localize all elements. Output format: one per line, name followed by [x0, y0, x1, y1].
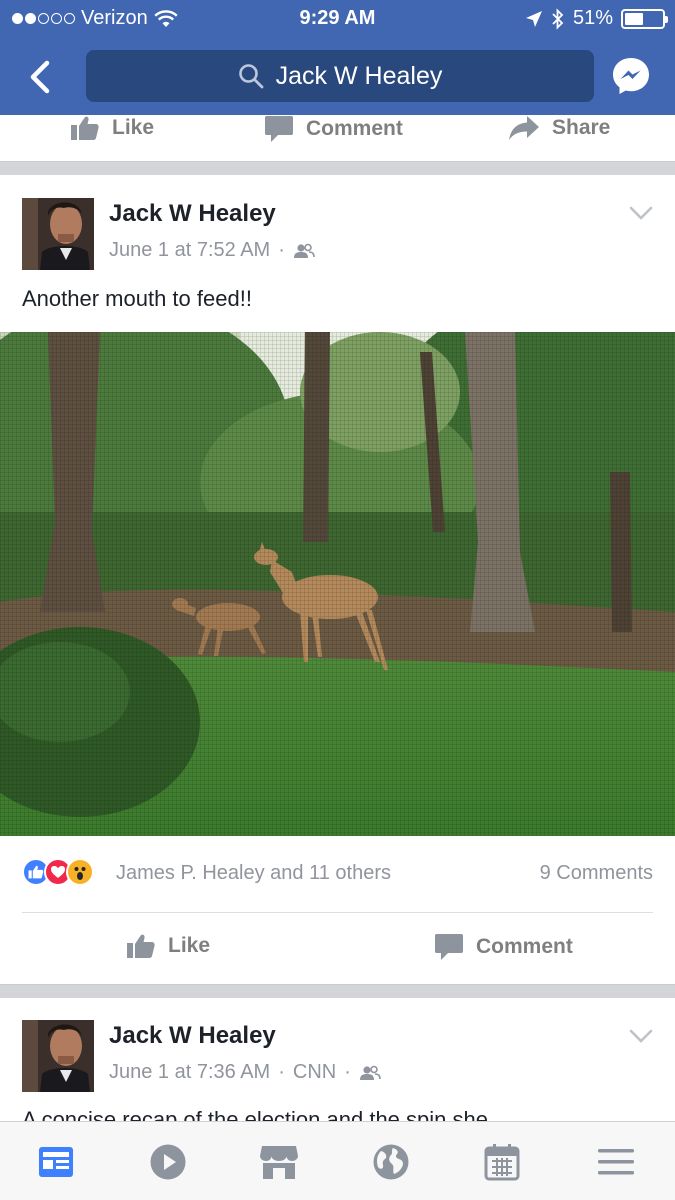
post-meta: June 1 at 7:52 AM ·	[109, 239, 315, 262]
battery-icon	[621, 8, 668, 29]
battery-percent: 51%	[572, 7, 613, 29]
meta-separator: ·	[278, 1061, 285, 1083]
meta-separator: ·	[344, 1061, 351, 1083]
status-bar: Verizon 9:29 AM 51%	[0, 0, 675, 38]
share-icon	[509, 116, 539, 140]
messenger-button[interactable]	[611, 56, 651, 96]
post-timestamp[interactable]: June 1 at 7:36 AM	[109, 1061, 270, 1084]
comment-icon	[265, 116, 293, 142]
post-timestamp[interactable]: June 1 at 7:52 AM	[109, 239, 270, 262]
feed-divider	[0, 984, 675, 998]
location-arrow-icon	[525, 10, 542, 27]
post-text: Another mouth to feed!!	[22, 286, 252, 311]
tab-news-feed[interactable]	[36, 1142, 76, 1182]
post-author-name[interactable]: Jack W Healey	[109, 200, 276, 228]
post-text: A concise recap of the election and the …	[22, 1107, 488, 1121]
comment-button[interactable]: Comment	[434, 933, 573, 961]
tab-notifications-globe[interactable]	[371, 1142, 411, 1182]
feed-divider	[0, 161, 675, 175]
post-meta: June 1 at 7:36 AM · CNN ·	[109, 1061, 381, 1084]
tab-video[interactable]	[148, 1142, 188, 1182]
marketplace-icon	[260, 1146, 298, 1179]
avatar-photo	[22, 198, 94, 270]
post-source[interactable]: CNN	[293, 1061, 336, 1084]
menu-icon	[598, 1149, 634, 1175]
tab-marketplace[interactable]	[259, 1142, 299, 1182]
friends-icon	[293, 243, 315, 258]
comments-count[interactable]: 9 Comments	[540, 862, 653, 885]
search-icon	[238, 64, 264, 89]
post-action-divider	[22, 912, 653, 913]
messenger-icon	[613, 58, 649, 94]
comment-label: Comment	[476, 935, 573, 958]
search-query-text: Jack W Healey	[275, 61, 443, 90]
comment-icon	[435, 934, 463, 960]
reactors-summary[interactable]: James P. Healey and 11 others	[116, 862, 391, 885]
video-icon	[150, 1144, 186, 1180]
post-options-button[interactable]	[629, 1029, 653, 1048]
thumbs-up-icon	[71, 116, 99, 140]
previous-like-button[interactable]: Like	[70, 115, 154, 141]
news-feed-icon	[39, 1147, 73, 1177]
wow-reaction-icon	[66, 858, 94, 886]
status-right: 51%	[525, 7, 668, 30]
previous-comment-button[interactable]: Comment	[264, 115, 403, 143]
post-photo[interactable]	[0, 332, 675, 836]
tab-menu[interactable]	[596, 1142, 636, 1182]
bottom-tab-bar	[0, 1121, 675, 1200]
previous-like-label: Like	[112, 116, 155, 139]
chevron-left-icon	[30, 60, 50, 94]
search-input[interactable]: Jack W Healey	[86, 50, 594, 102]
like-button[interactable]: Like	[126, 933, 210, 959]
previous-share-label: Share	[552, 116, 611, 139]
author-avatar[interactable]	[22, 1020, 94, 1092]
deer-photo-image	[0, 332, 675, 836]
bluetooth-icon	[552, 7, 564, 30]
globe-icon	[373, 1144, 409, 1180]
calendar-icon	[484, 1144, 520, 1181]
tab-events[interactable]	[482, 1142, 522, 1182]
post-options-button[interactable]	[629, 206, 653, 225]
friends-icon	[359, 1065, 381, 1080]
reaction-icons[interactable]	[22, 858, 94, 886]
author-avatar[interactable]	[22, 198, 94, 270]
meta-separator: ·	[278, 239, 285, 261]
feed-post: Jack W Healey June 1 at 7:36 AM · CNN · …	[0, 999, 675, 1121]
chevron-down-icon	[629, 206, 653, 220]
previous-share-button[interactable]: Share	[508, 115, 610, 141]
post-author-name[interactable]: Jack W Healey	[109, 1022, 276, 1050]
avatar-photo	[22, 1020, 94, 1092]
like-label: Like	[168, 934, 211, 957]
previous-comment-label: Comment	[306, 117, 403, 140]
top-navigation-bar: Verizon 9:29 AM 51% Jack W Healey	[0, 0, 675, 115]
chevron-down-icon	[629, 1029, 653, 1043]
back-button[interactable]	[22, 55, 58, 99]
previous-post-action-bar: Like Comment Share	[0, 115, 675, 161]
thumbs-up-icon	[127, 934, 155, 958]
